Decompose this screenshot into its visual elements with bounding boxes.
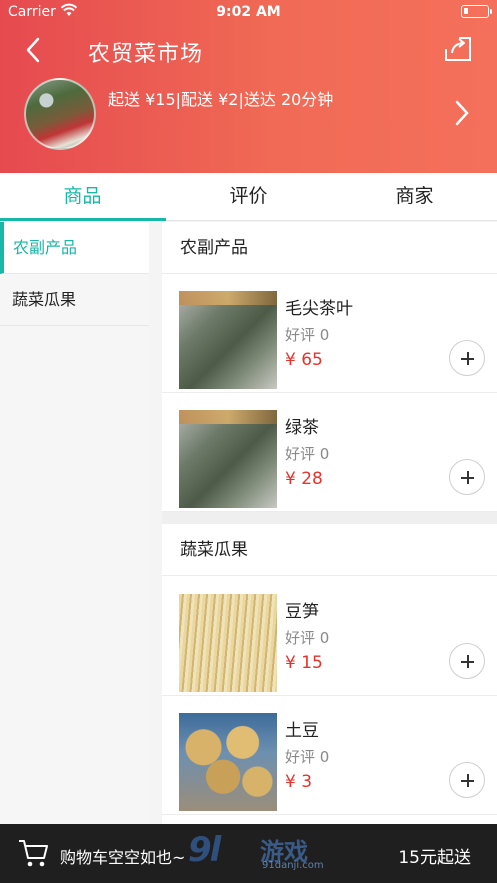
clock: 9:02 AM	[216, 4, 281, 20]
sidebar-item-agri-products[interactable]: 农副产品	[0, 222, 149, 274]
back-icon[interactable]	[20, 36, 48, 64]
product-name: 豆笋	[285, 602, 319, 622]
section-divider	[162, 512, 497, 524]
store-title: 农贸菜市场	[88, 42, 204, 67]
product-name: 毛尖茶叶	[285, 299, 353, 319]
product-name: 土豆	[285, 721, 319, 741]
tab-indicator	[0, 218, 166, 221]
product-rating: 好评 0	[285, 748, 330, 766]
product-image	[179, 594, 277, 692]
min-order-label: 15元起送	[398, 848, 471, 868]
product-item[interactable]: 豆笋 好评 0 ¥ 15	[162, 577, 497, 696]
product-item[interactable]: 绿茶 好评 0 ¥ 28	[162, 393, 497, 512]
product-rating: 好评 0	[285, 629, 330, 647]
cart-icon[interactable]	[18, 838, 50, 868]
add-to-cart-button[interactable]	[449, 459, 485, 495]
tab-products[interactable]: 商品	[0, 173, 165, 221]
chevron-right-icon[interactable]	[452, 100, 472, 126]
add-to-cart-button[interactable]	[449, 643, 485, 679]
product-price: ¥ 3	[285, 772, 313, 792]
sidebar-item-vegetables[interactable]: 蔬菜瓜果	[0, 274, 149, 326]
status-bar: Carrier 9:02 AM	[0, 0, 497, 26]
tab-reviews[interactable]: 评价	[166, 173, 331, 221]
product-price: ¥ 15	[285, 653, 323, 673]
product-price: ¥ 65	[285, 350, 323, 370]
add-to-cart-button[interactable]	[449, 340, 485, 376]
product-image	[179, 713, 277, 811]
product-item[interactable]: 土豆 好评 0 ¥ 3	[162, 696, 497, 815]
cart-status-text: 购物车空空如也~	[60, 848, 186, 867]
share-icon[interactable]	[443, 34, 473, 64]
product-list: 农副产品 毛尖茶叶 好评 0 ¥ 65 绿茶 好评 0 ¥ 28 蔬菜瓜果 豆笋…	[162, 222, 497, 824]
add-to-cart-button[interactable]	[449, 762, 485, 798]
product-rating: 好评 0	[285, 326, 330, 344]
product-price: ¥ 28	[285, 469, 323, 489]
tab-merchant[interactable]: 商家	[332, 173, 497, 221]
store-header: Carrier 9:02 AM 农贸菜市场 起送 ¥15|配送 ¥2|送达 20…	[0, 0, 497, 173]
product-name: 绿茶	[285, 418, 319, 438]
battery-icon	[461, 5, 492, 18]
delivery-info[interactable]: 起送 ¥15|配送 ¥2|送达 20分钟	[108, 86, 333, 110]
store-avatar	[24, 78, 96, 150]
watermark-url: 91danji.com	[262, 860, 324, 871]
category-sidebar: 农副产品 蔬菜瓜果	[0, 222, 149, 824]
product-image	[179, 291, 277, 389]
product-image	[179, 410, 277, 508]
product-item[interactable]: 毛尖茶叶 好评 0 ¥ 65	[162, 274, 497, 393]
watermark-logo: 9l	[188, 830, 221, 870]
section-title: 农副产品	[162, 222, 497, 274]
section-title: 蔬菜瓜果	[162, 524, 497, 576]
cart-bar[interactable]: 购物车空空如也~ 9l 游戏 91danji.com 15元起送	[0, 824, 497, 883]
product-rating: 好评 0	[285, 445, 330, 463]
tab-bar: 商品 评价 商家	[0, 173, 497, 221]
